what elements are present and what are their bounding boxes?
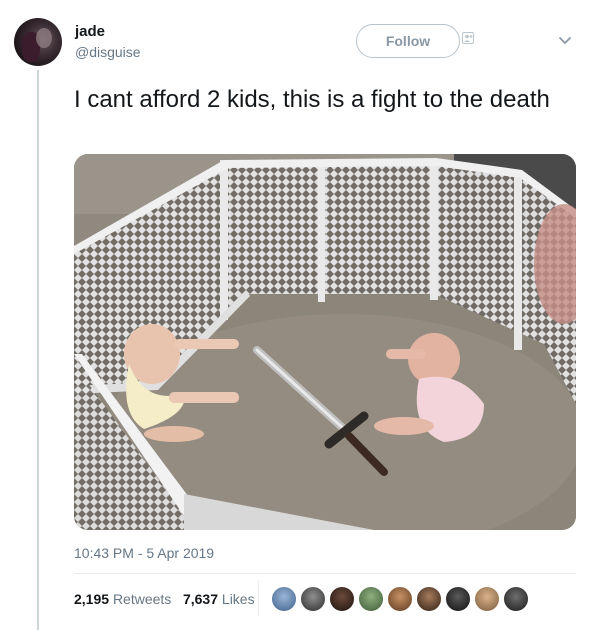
liker-avatar[interactable] bbox=[474, 586, 500, 612]
thread-line bbox=[37, 70, 39, 630]
retweets-label[interactable]: Retweets bbox=[113, 591, 171, 607]
display-name[interactable]: jade bbox=[75, 23, 105, 40]
follow-button[interactable]: Follow bbox=[356, 24, 460, 58]
divider bbox=[74, 573, 576, 574]
tweet-photo[interactable] bbox=[74, 154, 576, 530]
stats-separator bbox=[258, 580, 259, 616]
liker-avatar[interactable] bbox=[445, 586, 471, 612]
liker-avatar[interactable] bbox=[503, 586, 529, 612]
avatar-face bbox=[36, 28, 52, 48]
retweets-count[interactable]: 2,195 bbox=[74, 591, 109, 607]
liker-avatar[interactable] bbox=[271, 586, 297, 612]
avatar[interactable] bbox=[14, 18, 62, 66]
tweet-timestamp[interactable]: 10:43 PM - 5 Apr 2019 bbox=[74, 545, 214, 561]
liker-avatar[interactable] bbox=[416, 586, 442, 612]
likes-count[interactable]: 7,637 bbox=[183, 591, 218, 607]
person-add-icon[interactable] bbox=[462, 32, 474, 44]
chevron-down-icon[interactable] bbox=[558, 36, 572, 46]
liker-avatar[interactable] bbox=[329, 586, 355, 612]
tweet-text: I cant afford 2 kids, this is a fight to… bbox=[74, 86, 550, 113]
liker-avatar[interactable] bbox=[358, 586, 384, 612]
liker-avatar[interactable] bbox=[300, 586, 326, 612]
liker-avatar[interactable] bbox=[387, 586, 413, 612]
tweet-stats: 2,195 Retweets 7,637 Likes bbox=[74, 591, 255, 607]
user-handle[interactable]: @disguise bbox=[75, 44, 141, 60]
likes-label[interactable]: Likes bbox=[222, 591, 255, 607]
